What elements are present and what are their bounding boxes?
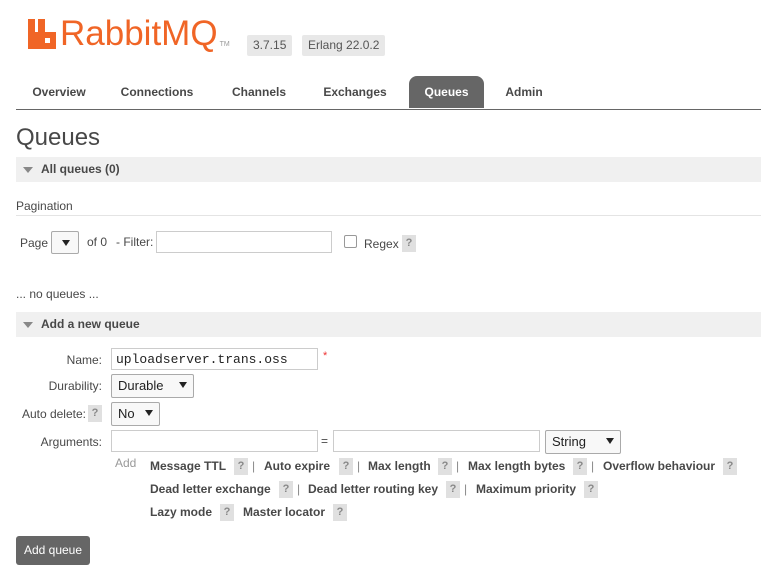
main-nav-tabs: Overview Connections Channels Exchanges …: [16, 76, 761, 110]
page-title: Queues: [16, 124, 101, 151]
argument-equals: =: [321, 434, 329, 448]
name-label: Name:: [66, 353, 102, 367]
collapse-triangle-icon: [23, 322, 33, 328]
durability-value: Durable: [118, 378, 164, 393]
arguments-label: Arguments:: [40, 435, 102, 449]
arg-overflow-behaviour[interactable]: Overflow behaviour: [603, 459, 715, 473]
queue-name-input[interactable]: [111, 348, 318, 370]
tab-overview[interactable]: Overview: [20, 76, 98, 108]
required-marker: *: [323, 350, 328, 362]
add-argument-link[interactable]: Add: [115, 456, 136, 470]
auto-delete-help-icon[interactable]: ?: [88, 405, 102, 422]
logo-text: RabbitMQ: [60, 14, 218, 53]
arg-master-locator[interactable]: Master locator: [243, 505, 325, 519]
chevron-down-icon: [606, 438, 614, 444]
regex-checkbox[interactable]: [344, 235, 357, 248]
empty-queues-message: ... no queues ...: [16, 287, 99, 301]
argument-key-input[interactable]: [111, 430, 318, 452]
arg-max-length[interactable]: Max length: [368, 459, 431, 473]
pagination-heading: Pagination: [16, 199, 73, 213]
chevron-down-icon: [145, 410, 153, 416]
arg-dead-letter-exchange[interactable]: Dead letter exchange: [150, 482, 271, 496]
tab-admin[interactable]: Admin: [496, 76, 552, 108]
master-locator-help-icon[interactable]: ?: [333, 504, 347, 521]
message-ttl-help-icon[interactable]: ?: [234, 458, 248, 475]
durability-label: Durability:: [48, 379, 102, 393]
arg-message-ttl[interactable]: Message TTL: [150, 459, 226, 473]
tab-connections[interactable]: Connections: [112, 76, 202, 108]
all-queues-label: All queues (0): [41, 162, 120, 176]
lazy-mode-help-icon[interactable]: ?: [220, 504, 234, 521]
arg-max-length-bytes[interactable]: Max length bytes: [468, 459, 565, 473]
page-select[interactable]: [51, 231, 79, 254]
erlang-version-badge: Erlang 22.0.2: [302, 35, 386, 56]
regex-label: Regex: [364, 237, 399, 251]
max-length-bytes-help-icon[interactable]: ?: [573, 458, 587, 475]
arg-lazy-mode[interactable]: Lazy mode: [150, 505, 212, 519]
collapse-triangle-icon: [23, 167, 33, 173]
auto-delete-select[interactable]: No: [111, 402, 160, 426]
arg-dead-letter-routing-key[interactable]: Dead letter routing key: [308, 482, 438, 496]
max-length-help-icon[interactable]: ?: [438, 458, 452, 475]
version-badge: 3.7.15: [247, 35, 293, 56]
regex-help-icon[interactable]: ?: [402, 235, 416, 252]
tab-channels[interactable]: Channels: [221, 76, 297, 108]
arg-auto-expire[interactable]: Auto expire: [264, 459, 330, 473]
auto-delete-label: Auto delete:: [21, 407, 86, 421]
auto-expire-help-icon[interactable]: ?: [339, 458, 353, 475]
chevron-down-icon: [179, 382, 187, 388]
add-queue-button[interactable]: Add queue: [16, 536, 90, 565]
argument-type-select[interactable]: String: [545, 430, 621, 454]
separator: |: [591, 459, 595, 473]
tab-queues[interactable]: Queues: [409, 76, 484, 108]
divider: [16, 215, 761, 216]
arg-maximum-priority[interactable]: Maximum priority: [476, 482, 576, 496]
filter-label: - Filter:: [116, 235, 154, 249]
rabbitmq-logo-icon: [28, 19, 56, 49]
separator: |: [297, 482, 301, 496]
dead-letter-exchange-help-icon[interactable]: ?: [279, 481, 293, 498]
page-of-label: of 0: [87, 235, 108, 249]
maximum-priority-help-icon[interactable]: ?: [584, 481, 598, 498]
separator: |: [252, 459, 256, 473]
add-queue-section-toggle[interactable]: Add a new queue: [16, 312, 761, 337]
argument-value-input[interactable]: [333, 430, 540, 452]
overflow-behaviour-help-icon[interactable]: ?: [723, 458, 737, 475]
all-queues-section-toggle[interactable]: All queues (0): [16, 157, 761, 182]
rabbitmq-logo: RabbitMQ TM: [28, 14, 230, 54]
argument-type-value: String: [552, 434, 586, 449]
add-queue-section-label: Add a new queue: [41, 317, 140, 331]
dead-letter-routing-key-help-icon[interactable]: ?: [446, 481, 460, 498]
tab-exchanges[interactable]: Exchanges: [314, 76, 396, 108]
chevron-down-icon: [62, 240, 70, 246]
durability-select[interactable]: Durable: [111, 374, 194, 398]
separator: |: [357, 459, 361, 473]
logo-tm: TM: [219, 41, 230, 48]
auto-delete-value: No: [118, 406, 135, 421]
separator: |: [464, 482, 468, 496]
filter-input[interactable]: [156, 231, 332, 253]
separator: |: [456, 459, 460, 473]
page-label: Page: [20, 236, 49, 250]
